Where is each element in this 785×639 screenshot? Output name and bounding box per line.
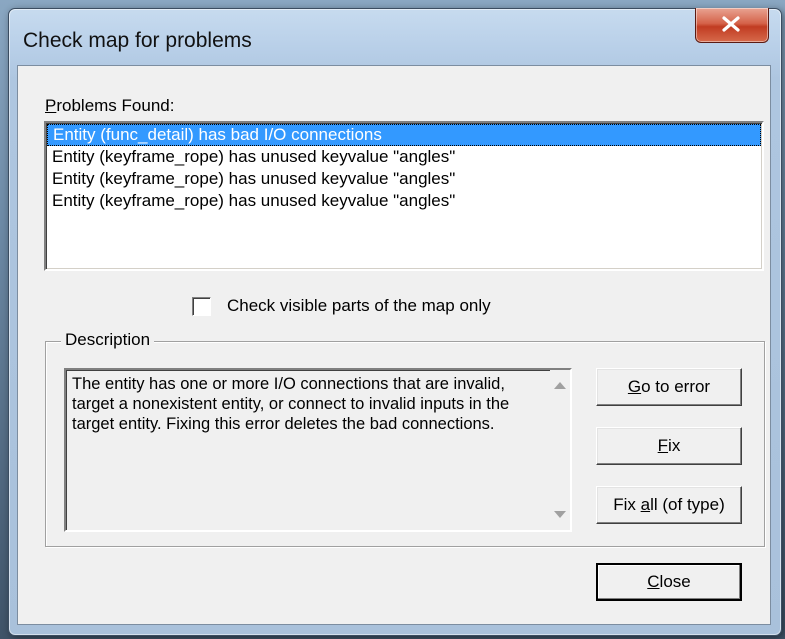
dialog-window: Check map for problems Problems Found: E… [8,8,782,636]
close-x-icon [722,16,740,32]
close-button[interactable]: Close [596,563,742,601]
scroll-down-arrow-icon[interactable] [554,511,566,518]
scroll-up-arrow-icon[interactable] [554,382,566,389]
problems-list[interactable]: Entity (func_detail) has bad I/O connect… [44,121,764,271]
window-title: Check map for problems [23,29,252,52]
visible-only-label[interactable]: Check visible parts of the map only [227,296,491,316]
dialog-client-area: Problems Found: Entity (func_detail) has… [17,65,771,625]
problem-item[interactable]: Entity (func_detail) has bad I/O connect… [47,124,761,146]
problems-found-label: Problems Found: [45,96,175,115]
go-to-error-button[interactable]: Go to error [596,368,742,406]
window-close-button[interactable] [695,8,769,43]
problem-item[interactable]: Entity (keyframe_rope) has unused keyval… [46,190,762,212]
description-textbox[interactable]: The entity has one or more I/O connectio… [64,368,572,532]
description-text: The entity has one or more I/O connectio… [72,375,510,433]
fix-button[interactable]: Fix [596,427,742,465]
fix-all-button[interactable]: Fix all (of type) [596,486,742,524]
visible-only-checkbox[interactable] [192,297,211,316]
description-group-label: Description [61,330,155,350]
problem-item[interactable]: Entity (keyframe_rope) has unused keyval… [46,146,762,168]
description-scrollbar[interactable] [550,370,570,530]
problem-item[interactable]: Entity (keyframe_rope) has unused keyval… [46,168,762,190]
